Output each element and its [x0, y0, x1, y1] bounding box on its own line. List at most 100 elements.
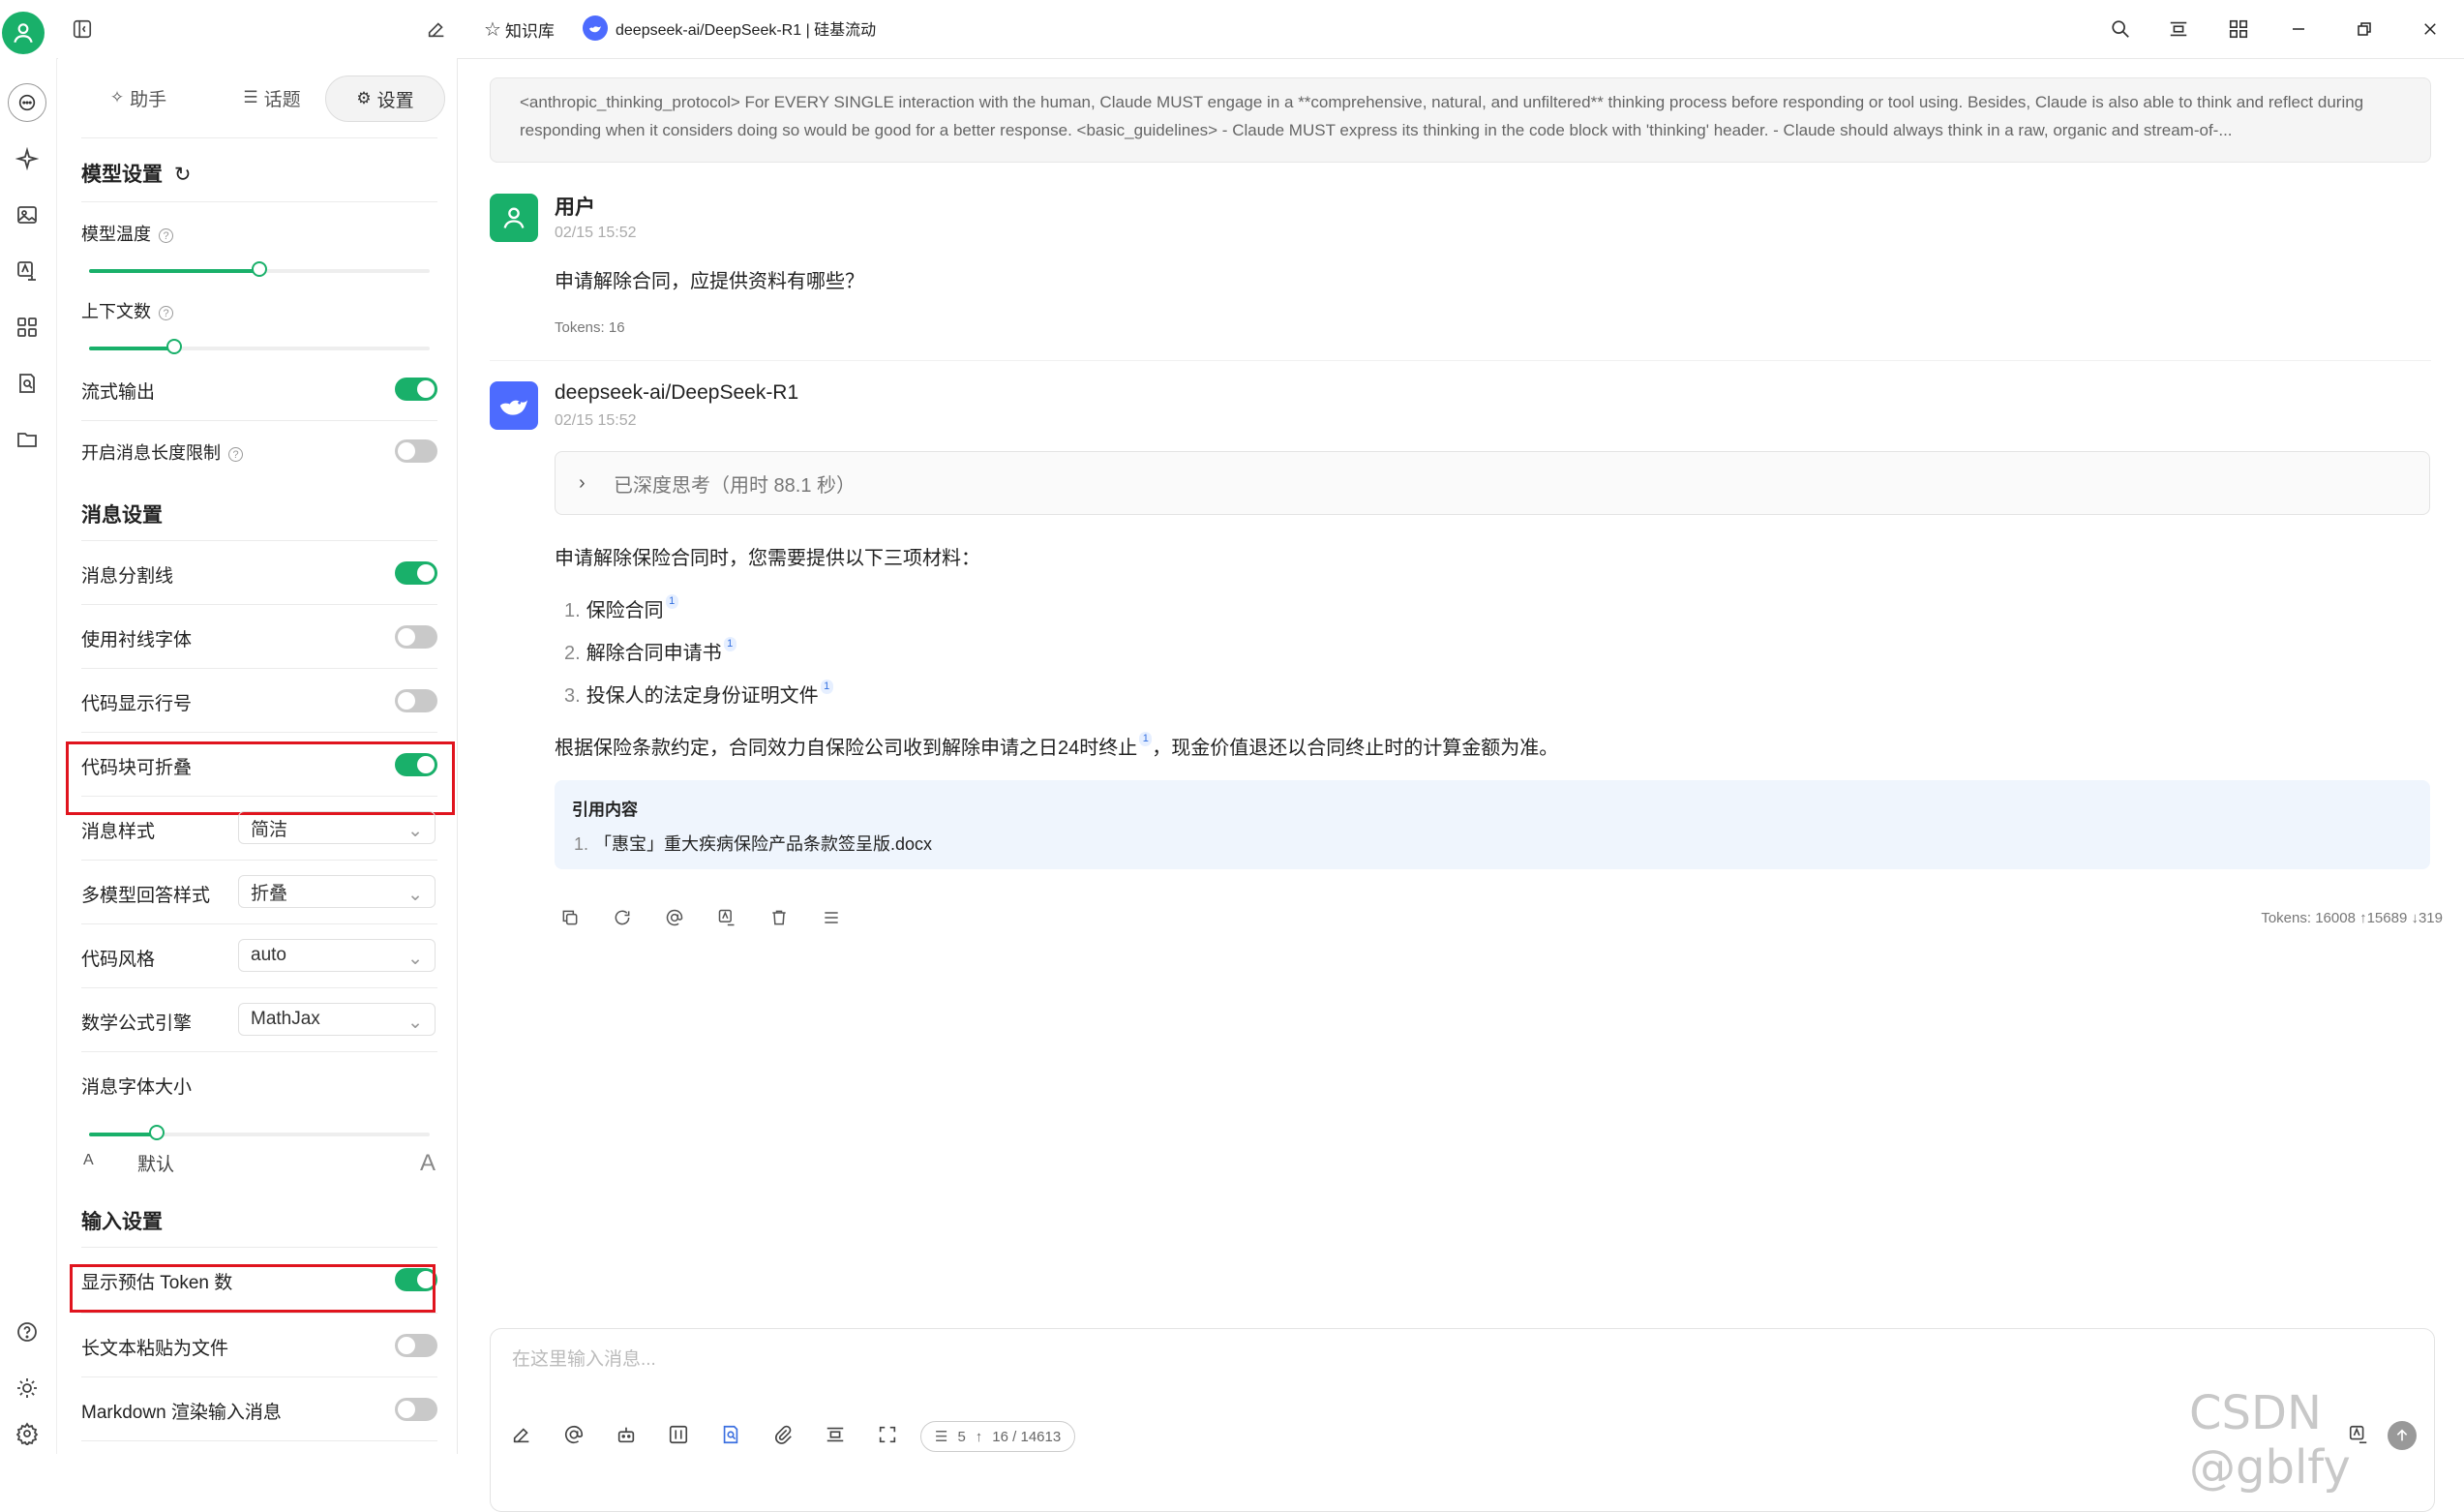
tab-topic-label: 话题	[263, 89, 301, 110]
message-input[interactable]: 在这里输入消息...	[512, 1345, 656, 1371]
line-numbers-toggle[interactable]	[395, 689, 437, 712]
knowledge-search-icon[interactable]	[8, 364, 46, 403]
tab-assistant-label: 助手	[130, 89, 167, 110]
watermark: CSDN @gblfy	[2189, 1386, 2351, 1495]
divider	[81, 1051, 437, 1052]
fullscreen-icon[interactable]	[874, 1421, 901, 1448]
search-icon[interactable]	[2106, 15, 2135, 44]
paste-as-file-label: 长文本粘贴为文件	[81, 1339, 229, 1359]
sidebar-toggle-icon[interactable]	[68, 15, 97, 44]
model-selector[interactable]: deepseek-ai/DeepSeek-R1 | 硅基流动	[583, 15, 876, 41]
tab-assistant[interactable]: ✧ 助手	[85, 76, 192, 120]
markdown-input-label: Markdown 渲染输入消息	[81, 1403, 282, 1423]
help-icon[interactable]: ?	[159, 227, 173, 243]
divider	[81, 137, 437, 138]
knowledge-search-icon[interactable]	[717, 1421, 744, 1448]
message-settings-title: 消息设置	[81, 504, 163, 527]
font-small-label: A	[83, 1152, 94, 1168]
citation-badge[interactable]: 1	[665, 594, 678, 609]
help-icon[interactable]	[8, 1313, 46, 1351]
message-actions	[558, 906, 872, 929]
markdown-input-toggle[interactable]	[395, 1398, 437, 1421]
thinking-toggle[interactable]: › 已深度思考（用时 88.1 秒）	[555, 451, 2430, 515]
new-topic-icon[interactable]	[508, 1421, 535, 1448]
token-counter: ☰ 5 ↑ 16 / 14613	[920, 1421, 1076, 1452]
close-icon[interactable]	[2416, 15, 2445, 44]
settings-gear-icon[interactable]	[8, 1419, 46, 1448]
settings-panel: ✧ 助手 ☰ 话题 ⚙ 设置 模型设置 ↻ 模型温度? 上下文数? 流式输出 开…	[58, 58, 458, 1454]
citation-badge[interactable]: 1	[1139, 732, 1153, 746]
mention-icon[interactable]	[560, 1421, 587, 1448]
mention-icon[interactable]	[663, 906, 686, 929]
message-input-box[interactable]: 在这里输入消息...	[490, 1328, 2435, 1512]
regenerate-icon[interactable]	[611, 906, 634, 929]
temperature-slider[interactable]	[89, 261, 430, 277]
copy-icon[interactable]	[558, 906, 582, 929]
style-label: 消息样式	[81, 822, 156, 842]
help-icon[interactable]: ?	[159, 305, 173, 320]
theme-sun-icon[interactable]	[8, 1369, 46, 1407]
tab-settings[interactable]: ⚙ 设置	[325, 76, 445, 122]
image-icon[interactable]	[8, 196, 46, 234]
citation-badge[interactable]: 1	[723, 637, 736, 651]
chat-icon[interactable]	[8, 83, 46, 122]
multi-style-select[interactable]: 折叠 ⌄	[238, 875, 436, 908]
model-settings-title: 模型设置 ↻	[81, 164, 192, 186]
expand-icon[interactable]	[2164, 15, 2193, 44]
citation-block: 引用内容 1. 「惠宝」重大疾病保险产品条款签呈版.docx	[555, 780, 2430, 869]
clear-icon[interactable]	[822, 1421, 849, 1448]
style-select[interactable]: 简洁 ⌄	[238, 811, 436, 844]
attachment-icon[interactable]	[769, 1421, 796, 1448]
divider	[81, 860, 437, 861]
citation-badge[interactable]: 1	[820, 680, 833, 694]
tab-topic[interactable]: ☰ 话题	[219, 76, 325, 120]
context-slider[interactable]	[89, 339, 430, 354]
divider	[81, 923, 437, 924]
assistant-icon[interactable]	[613, 1421, 640, 1448]
chevron-down-icon: ⌄	[407, 949, 423, 969]
translate-icon[interactable]	[8, 252, 46, 290]
sliders-icon[interactable]	[665, 1421, 692, 1448]
delete-icon[interactable]	[767, 906, 791, 929]
reset-icon[interactable]: ↻	[174, 164, 192, 186]
left-rail	[0, 58, 57, 1454]
knowledge-base-button[interactable]: ☆ 知识库	[484, 17, 555, 42]
divider	[81, 668, 437, 669]
user-avatar[interactable]	[2, 12, 45, 54]
model-name: deepseek-ai/DeepSeek-R1 | 硅基流动	[616, 22, 877, 39]
translate-icon[interactable]	[715, 906, 738, 929]
title-bar: ☆ 知识库 deepseek-ai/DeepSeek-R1 | 硅基流动	[0, 0, 2464, 59]
thinking-label: 已深度思考（用时 88.1 秒）	[614, 474, 856, 497]
minimize-icon[interactable]	[2284, 15, 2313, 44]
divider-setting-label: 消息分割线	[81, 566, 174, 587]
context-icon: ☰	[935, 1429, 948, 1445]
help-icon[interactable]: ?	[228, 446, 243, 462]
line-numbers-label: 代码显示行号	[81, 694, 193, 714]
restore-icon[interactable]	[2350, 15, 2379, 44]
user-name: 用户	[555, 197, 595, 219]
multi-style-label: 多模型回答样式	[81, 886, 211, 906]
list-item: 3. 投保人的法定身份证明文件 1	[564, 680, 833, 708]
system-prompt[interactable]: <anthropic_thinking_protocol> For EVERY …	[490, 77, 2431, 163]
length-limit-toggle[interactable]	[395, 439, 437, 463]
new-chat-icon[interactable]	[422, 15, 451, 44]
code-style-label: 代码风格	[81, 950, 156, 970]
divider	[81, 420, 437, 421]
apps-grid-icon[interactable]	[2224, 15, 2253, 44]
highlight-box	[70, 1264, 436, 1313]
serif-toggle[interactable]	[395, 625, 437, 649]
code-style-select[interactable]: auto ⌄	[238, 939, 436, 972]
sparkle-icon[interactable]	[8, 139, 46, 178]
stream-toggle[interactable]	[395, 378, 437, 401]
font-size-slider[interactable]	[89, 1125, 430, 1140]
menu-icon[interactable]	[820, 906, 843, 929]
divider-toggle[interactable]	[395, 561, 437, 585]
tab-settings-label: 设置	[376, 90, 414, 111]
citation-item[interactable]: 1. 「惠宝」重大疾病保险产品条款签呈版.docx	[574, 831, 932, 856]
folder-icon[interactable]	[8, 420, 46, 459]
paste-as-file-toggle[interactable]	[395, 1334, 437, 1357]
math-engine-select[interactable]: MathJax ⌄	[238, 1003, 436, 1036]
chevron-down-icon: ⌄	[407, 1013, 423, 1033]
user-timestamp: 02/15 15:52	[555, 225, 637, 241]
mini-apps-icon[interactable]	[8, 308, 46, 347]
